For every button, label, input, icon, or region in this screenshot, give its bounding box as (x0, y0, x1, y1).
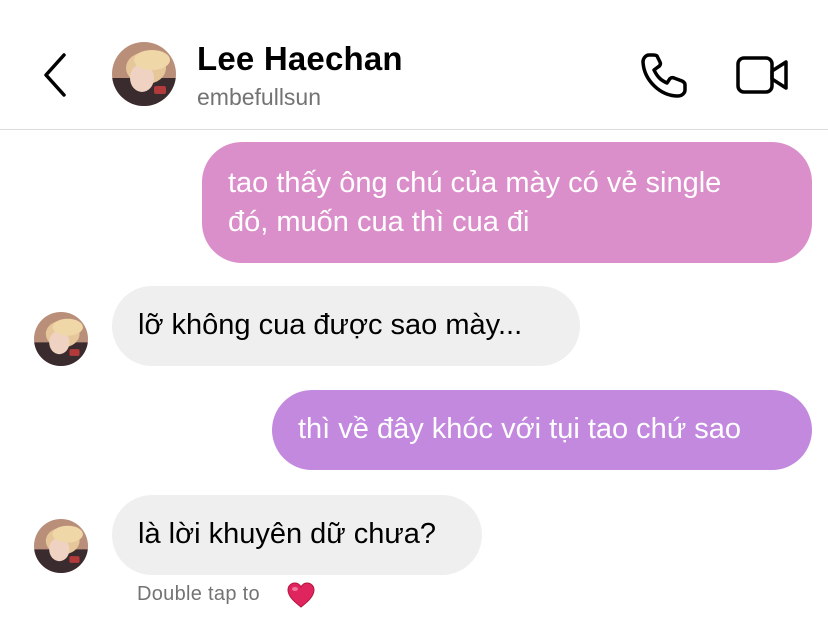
outgoing-message[interactable]: thì về đây khóc với tụi tao chứ sao (272, 390, 812, 470)
audio-call-button[interactable] (638, 50, 690, 100)
message-text: thì về đây khóc với tụi tao chứ sao (298, 413, 742, 445)
chevron-left-icon (44, 53, 66, 97)
message-avatar[interactable] (34, 519, 88, 573)
incoming-message[interactable]: là lời khuyên dữ chưa? (112, 495, 482, 575)
contact-username: embefullsun (197, 84, 322, 110)
phone-icon (641, 53, 687, 98)
message-text: lỡ không cua được sao mày... (138, 309, 523, 341)
red-heart-icon (287, 582, 315, 608)
heart-reaction-button[interactable] (286, 581, 316, 609)
reaction-hint: Double tap to (137, 583, 260, 605)
chat-header: Lee Haechan embefullsun (0, 0, 828, 130)
contact-avatar[interactable] (112, 42, 176, 106)
contact-name[interactable]: Lee Haechan (197, 40, 403, 78)
back-button[interactable] (36, 50, 76, 100)
message-text: là lời khuyên dữ chưa? (138, 518, 437, 550)
message-text: tao thấy ông chú của mày có vẻ single đó… (228, 167, 722, 238)
outgoing-message[interactable]: tao thấy ông chú của mày có vẻ single đó… (202, 142, 812, 263)
message-avatar[interactable] (34, 312, 88, 366)
video-camera-icon (736, 56, 788, 94)
incoming-message[interactable]: lỡ không cua được sao mày... (112, 286, 580, 366)
video-call-button[interactable] (734, 52, 790, 98)
